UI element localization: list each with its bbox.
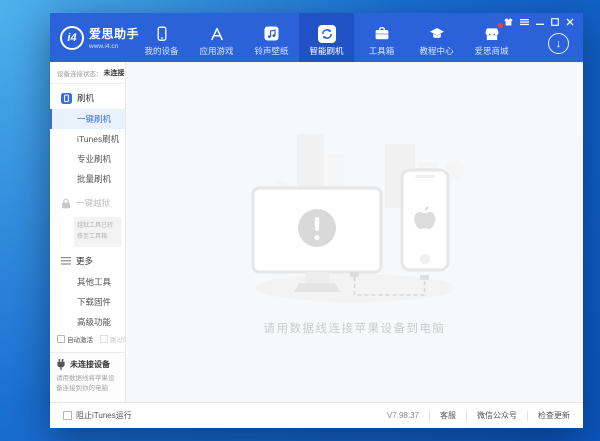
notification-badge	[498, 23, 503, 28]
sidebar: 设备连接状态：未连接 刷机 一键刷机 iTunes刷机 专业刷机 批量刷机 一键…	[50, 62, 126, 402]
sidebar-options: 自动激活 跳过向导	[50, 334, 125, 352]
window-controls	[504, 18, 574, 26]
version-label: V7.98.37	[387, 411, 419, 420]
maximize-icon[interactable]	[551, 18, 559, 26]
usb-plug-icon	[56, 359, 66, 370]
device-status-title: 未连接设备	[70, 359, 110, 370]
block-itunes-checkbox[interactable]: 阻止iTunes运行	[63, 410, 132, 421]
monitor-and-iphone-disconnected-illustration	[237, 128, 473, 314]
wechat-official-link[interactable]: 微信公众号	[477, 410, 517, 421]
ringtone-icon	[264, 25, 279, 42]
store-icon	[484, 25, 500, 42]
menu-lines-icon	[61, 257, 71, 265]
app-url: www.i4.cn	[89, 43, 139, 50]
minimize-icon[interactable]	[536, 18, 544, 26]
section-jailbreak: 一键越狱	[50, 189, 125, 214]
status-value: 未连接	[104, 68, 125, 78]
sidebar-item-batch-flash[interactable]: 批量刷机	[50, 169, 125, 189]
menu-icon[interactable]	[520, 18, 529, 26]
i4-logo-icon: i4	[60, 26, 84, 50]
sidebar-item-one-key-flash[interactable]: 一键刷机	[50, 109, 125, 129]
device-status-desc: 请用数据线将苹果设备连接到你的电脑	[56, 374, 119, 394]
device-connection-status: 设备连接状态：未连接	[50, 62, 125, 84]
tab-smart-flash[interactable]: 智能刷机	[299, 13, 354, 62]
phone-icon	[154, 25, 170, 42]
section-flash: 刷机	[50, 84, 125, 109]
lock-icon	[61, 198, 71, 209]
smart-flash-icon	[318, 25, 336, 43]
sidebar-item-other-tools[interactable]: 其他工具	[50, 272, 125, 292]
title-navbar: i4 爱思助手 www.i4.cn 我的设备 应用游戏	[50, 13, 583, 62]
app-title: 爱思助手	[89, 25, 139, 42]
check-update-link[interactable]: 检查更新	[538, 410, 570, 421]
download-circle-icon[interactable]: ↓	[548, 33, 569, 54]
skin-icon[interactable]	[504, 18, 513, 26]
sidebar-item-pro-flash[interactable]: 专业刷机	[50, 149, 125, 169]
support-link[interactable]: 客服	[440, 410, 456, 421]
jailbreak-moved-note: 越狱工具已转移至工具箱	[74, 217, 121, 247]
connect-device-caption: 请用数据线连接苹果设备到电脑	[264, 320, 446, 336]
tab-app-games[interactable]: 应用游戏	[189, 13, 244, 62]
flash-phone-icon	[61, 93, 72, 104]
main-content: 请用数据线连接苹果设备到电脑	[126, 62, 583, 402]
tab-my-device[interactable]: 我的设备	[134, 13, 189, 62]
close-icon[interactable]	[566, 18, 574, 26]
device-status-panel: 未连接设备 请用数据线将苹果设备连接到你的电脑	[50, 352, 125, 402]
tab-tutorial-center[interactable]: 教程中心	[409, 13, 464, 62]
section-more: 更多	[50, 247, 125, 272]
sidebar-item-advanced-features[interactable]: 高级功能	[50, 312, 125, 332]
sidebar-item-download-firmware[interactable]: 下载固件	[50, 292, 125, 312]
nav-tabs: 我的设备 应用游戏 铃声壁纸 智能刷机	[134, 13, 519, 62]
app-window: i4 爱思助手 www.i4.cn 我的设备 应用游戏	[50, 13, 583, 428]
auto-activate-checkbox[interactable]: 自动激活	[57, 334, 93, 344]
bottom-bar: 阻止iTunes运行 V7.98.37 客服 微信公众号 检查更新	[50, 402, 583, 428]
app-games-icon	[209, 25, 225, 42]
toolbox-icon	[374, 25, 390, 42]
tab-toolbox[interactable]: 工具箱	[354, 13, 409, 62]
tutorial-icon	[429, 25, 445, 42]
app-logo: i4 爱思助手 www.i4.cn	[50, 13, 134, 62]
sidebar-item-itunes-flash[interactable]: iTunes刷机	[50, 129, 125, 149]
tab-ringtones-wallpapers[interactable]: 铃声壁纸	[244, 13, 299, 62]
